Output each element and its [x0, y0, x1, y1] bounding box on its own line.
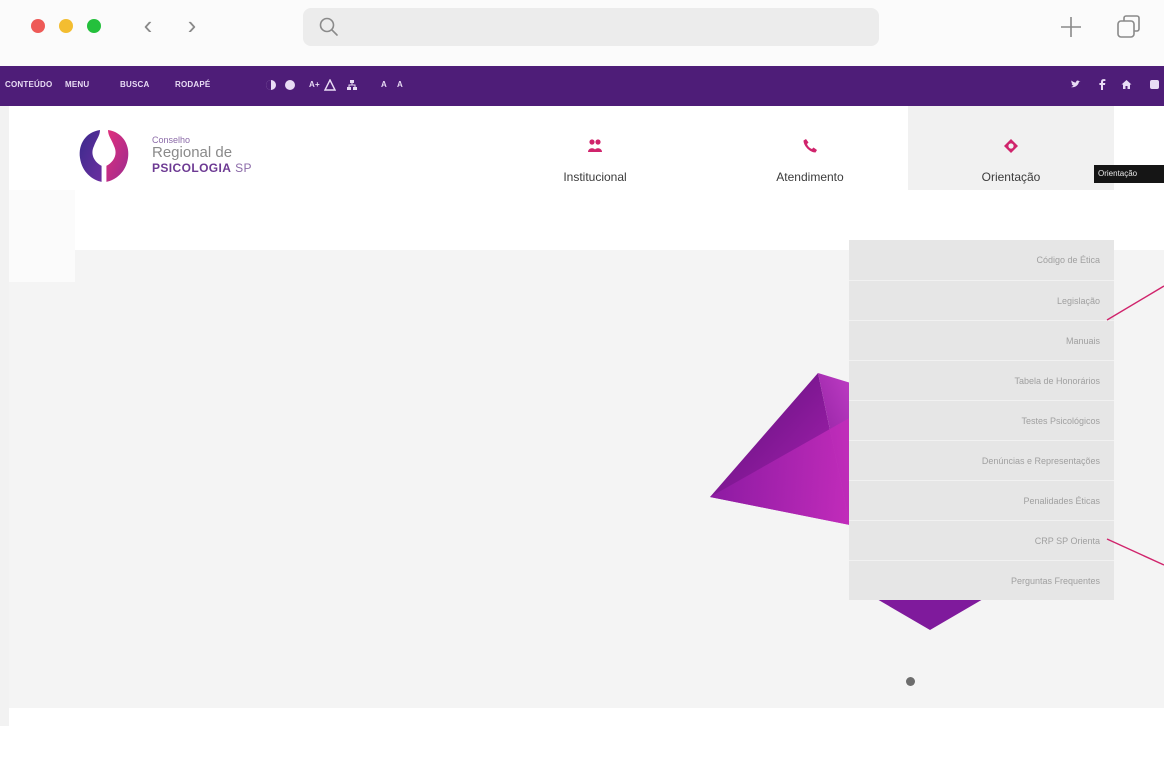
browser-window: ‹ › CONTEÚDO MENU BUSCA RODAPÉ A+ A A Co… [0, 0, 1164, 762]
browser-toolbar: ‹ › [0, 0, 1164, 66]
menu-item-legislacao[interactable]: Legislação [849, 280, 1114, 320]
font-decrease-button[interactable]: A [397, 80, 403, 89]
facebook-icon[interactable] [1097, 79, 1108, 90]
menu-item-manuais[interactable]: Manuais [849, 320, 1114, 360]
logo-line-2: Regional de [152, 144, 233, 161]
menu-item-penalidades-eticas[interactable]: Penalidades Éticas [849, 480, 1114, 520]
hero-side-panel [9, 190, 75, 282]
back-button[interactable]: ‹ [137, 12, 159, 40]
url-input[interactable] [351, 14, 861, 40]
menu-item-denuncias[interactable]: Denúncias e Representações [849, 440, 1114, 480]
minimize-window-button[interactable] [59, 19, 73, 33]
accessibility-icon[interactable] [324, 79, 336, 91]
target-icon [1004, 139, 1018, 153]
search-icon [319, 17, 338, 36]
logo-line-3: PSICOLOGIA SP [152, 162, 252, 174]
skip-to-menu-link[interactable]: MENU [65, 80, 89, 89]
nav-institucional[interactable]: Institucional [530, 106, 660, 190]
sitemap-icon[interactable] [346, 79, 358, 91]
menu-item-codigo-de-etica[interactable]: Código de Ética [849, 240, 1114, 280]
contrast-icon[interactable] [265, 79, 277, 91]
maximize-window-button[interactable] [87, 19, 101, 33]
annotation-lines [1106, 285, 1164, 566]
font-reset-button[interactable]: A [381, 80, 387, 89]
menu-item-tabela-de-honorarios[interactable]: Tabela de Honorários [849, 360, 1114, 400]
nav-atendimento[interactable]: Atendimento [745, 106, 875, 190]
phone-icon [803, 139, 817, 153]
close-window-button[interactable] [31, 19, 45, 33]
logo-psicologia: PSICOLOGIA [152, 161, 232, 175]
forward-button[interactable]: › [181, 12, 203, 40]
left-gutter [0, 106, 9, 726]
nav-atendimento-label: Atendimento [776, 170, 844, 184]
orientacao-dropdown: Código de Ética Legislação Manuais Tabel… [849, 240, 1114, 600]
logo-sp: SP [235, 161, 252, 175]
accessibility-bar: CONTEÚDO MENU BUSCA RODAPÉ A+ A A [0, 66, 1164, 106]
new-tab-icon[interactable] [1058, 14, 1084, 40]
skip-to-search-link[interactable]: BUSCA [120, 80, 149, 89]
menu-item-perguntas-frequentes[interactable]: Perguntas Frequentes [849, 560, 1114, 600]
contrast-dark-icon[interactable] [284, 79, 296, 91]
nav-orientacao-label: Orientação [981, 170, 1041, 184]
font-increase-button[interactable]: A+ [309, 80, 320, 89]
slider-dot[interactable] [906, 677, 915, 686]
people-icon [588, 139, 602, 152]
twitter-icon[interactable] [1070, 79, 1081, 90]
crp-logo-icon[interactable] [76, 122, 132, 194]
skip-to-footer-link[interactable]: RODAPÉ [175, 80, 210, 89]
address-bar[interactable] [303, 8, 879, 46]
extra-icon[interactable] [1149, 79, 1160, 90]
skip-to-content-link[interactable]: CONTEÚDO [5, 80, 52, 89]
nav-orientacao[interactable]: Orientação [908, 106, 1114, 190]
tab-overview-icon[interactable] [1115, 13, 1143, 41]
menu-item-crp-sp-orienta[interactable]: CRP SP Orienta [849, 520, 1114, 560]
menu-item-testes-psicologicos[interactable]: Testes Psicológicos [849, 400, 1114, 440]
nav-institucional-label: Institucional [563, 170, 627, 184]
home-icon[interactable] [1121, 79, 1132, 90]
nav-tooltip: Orientação [1094, 165, 1164, 183]
